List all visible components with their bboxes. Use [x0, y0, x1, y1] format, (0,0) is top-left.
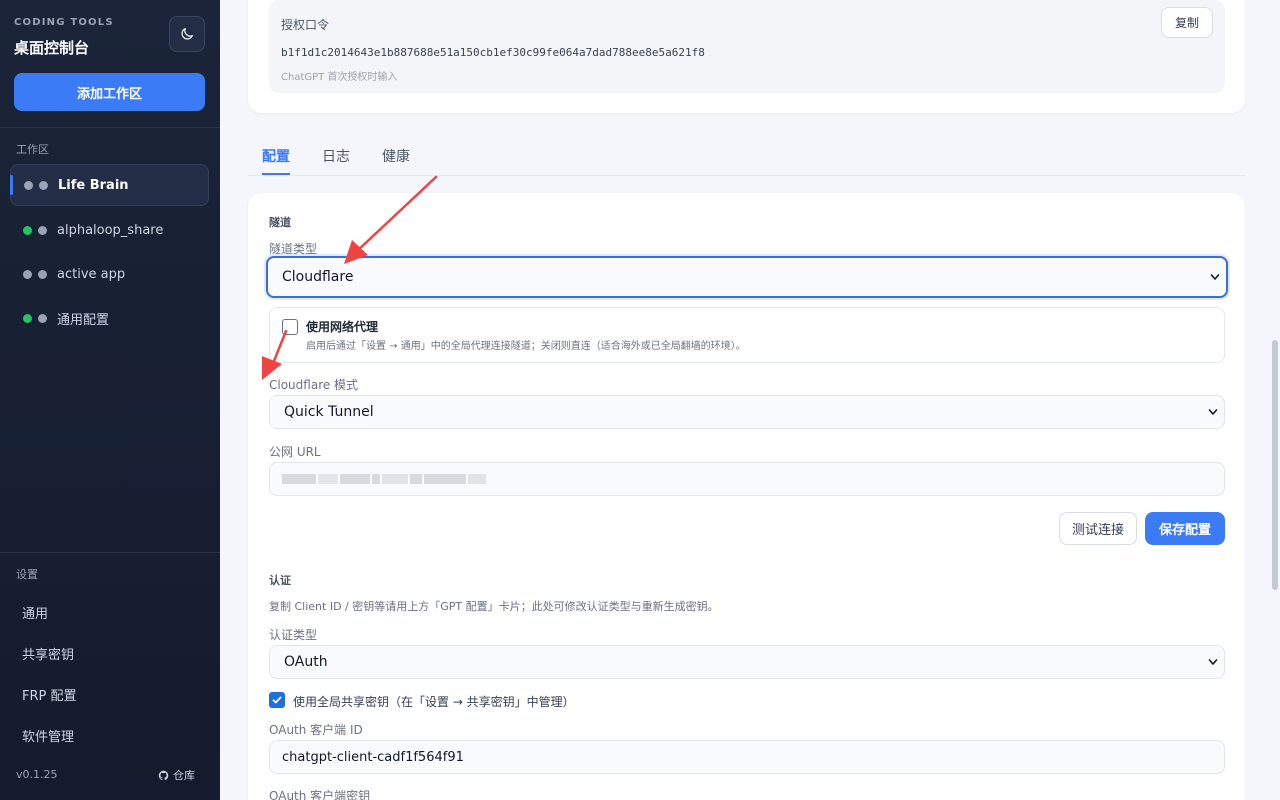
tunnel-type-value: Cloudflare — [282, 269, 354, 285]
auth-description: 复制 Client ID / 密钥等请用上方「GPT 配置」卡片；此处可修改认证… — [269, 600, 719, 613]
workspace-item-alphaloop-share[interactable]: alphaloop_share — [10, 209, 209, 251]
settings-item-software[interactable]: 软件管理 — [22, 726, 74, 745]
token-value: b1f1d1c2014643e1b887688e51a150cb1ef30c99… — [281, 46, 705, 59]
client-id-field[interactable]: chatgpt-client-cadf1f564f91 — [269, 740, 1225, 774]
shared-key-label: 使用全局共享密钥（在「设置 → 共享密钥」中管理） — [293, 695, 575, 709]
token-card: 授权口令 b1f1d1c2014643e1b887688e51a150cb1ef… — [248, 0, 1245, 113]
status-dot — [39, 180, 48, 190]
copy-token-button[interactable]: 复制 — [1161, 7, 1213, 38]
status-dot — [24, 180, 33, 190]
status-dot — [23, 225, 32, 235]
repo-label: 仓库 — [173, 769, 195, 782]
workspace-label: active app — [57, 266, 126, 282]
workspace-label: 通用配置 — [57, 312, 110, 328]
token-box: 授权口令 b1f1d1c2014643e1b887688e51a150cb1ef… — [269, 0, 1225, 93]
proxy-option-box — [269, 307, 1225, 363]
status-dot — [38, 313, 47, 323]
proxy-description: 启用后通过「设置 → 通用」中的全局代理连接隧道；关闭则直连（适合海外或已全局翻… — [306, 341, 746, 352]
workspace-section-label: 工作区 — [16, 143, 49, 156]
public-url-label: 公网 URL — [269, 445, 321, 459]
tab-health[interactable]: 健康 — [382, 146, 410, 166]
chevron-down-icon — [1208, 409, 1218, 415]
test-connection-button[interactable]: 测试连接 — [1059, 512, 1137, 545]
status-dot — [38, 269, 47, 279]
theme-toggle-button[interactable] — [169, 16, 205, 52]
divider — [0, 127, 220, 128]
github-icon — [158, 770, 169, 780]
client-id-value: chatgpt-client-cadf1f564f91 — [282, 749, 464, 765]
token-hint: ChatGPT 首次授权时输入 — [281, 72, 398, 83]
brand-title: 桌面控制台 — [14, 39, 90, 57]
auth-section-label: 认证 — [269, 574, 291, 587]
brand-subtitle: CODING TOOLS — [14, 17, 114, 28]
version-label: v0.1.25 — [16, 768, 58, 781]
client-id-label: OAuth 客户端 ID — [269, 723, 363, 737]
divider — [0, 552, 220, 553]
sidebar: CODING TOOLS 桌面控制台 添加工作区 工作区 Life Brain … — [0, 0, 220, 800]
workspace-item-active-app[interactable]: active app — [10, 253, 209, 295]
token-label: 授权口令 — [281, 18, 330, 32]
workspace-label: Life Brain — [58, 177, 129, 193]
check-icon — [272, 696, 282, 704]
public-url-field[interactable] — [269, 462, 1225, 496]
tab-active-indicator — [262, 173, 290, 175]
client-secret-label: OAuth 客户端密钥 — [269, 789, 371, 800]
auth-type-select[interactable]: OAuth — [269, 645, 1225, 679]
tunnel-type-select[interactable]: Cloudflare — [266, 256, 1228, 298]
auth-type-label: 认证类型 — [269, 628, 318, 642]
cloudflare-mode-value: Quick Tunnel — [284, 404, 374, 420]
status-dot — [23, 269, 32, 279]
workspace-item-general-config[interactable]: 通用配置 — [10, 297, 209, 339]
chevron-down-icon — [1210, 274, 1220, 280]
status-dot — [38, 225, 47, 235]
shared-key-checkbox[interactable] — [269, 692, 285, 708]
scrollbar[interactable] — [1272, 340, 1278, 590]
add-workspace-button[interactable]: 添加工作区 — [14, 73, 205, 111]
tab-logs[interactable]: 日志 — [322, 146, 350, 166]
main-content: 授权口令 b1f1d1c2014643e1b887688e51a150cb1ef… — [220, 0, 1280, 800]
tab-bar: 配置 日志 健康 — [248, 140, 1245, 176]
settings-item-frp-config[interactable]: FRP 配置 — [22, 685, 76, 704]
chevron-down-icon — [1208, 659, 1218, 665]
settings-item-general[interactable]: 通用 — [22, 603, 48, 622]
cloudflare-mode-select[interactable]: Quick Tunnel — [269, 395, 1225, 429]
settings-item-shared-keys[interactable]: 共享密钥 — [22, 644, 74, 663]
redacted-url — [282, 474, 486, 484]
tunnel-section-label: 隧道 — [269, 216, 291, 229]
workspace-item-life-brain[interactable]: Life Brain — [10, 164, 209, 206]
proxy-title: 使用网络代理 — [306, 320, 379, 334]
settings-section-label: 设置 — [16, 568, 38, 581]
auth-type-value: OAuth — [284, 654, 328, 670]
repo-link[interactable]: 仓库 — [158, 767, 195, 783]
save-config-button[interactable]: 保存配置 — [1145, 512, 1225, 545]
moon-icon — [181, 28, 193, 40]
cloudflare-mode-label: Cloudflare 模式 — [269, 378, 359, 392]
tunnel-type-label: 隧道类型 — [269, 242, 318, 256]
tab-config[interactable]: 配置 — [262, 146, 290, 166]
proxy-checkbox[interactable] — [282, 319, 298, 335]
workspace-label: alphaloop_share — [57, 222, 164, 238]
status-dot — [23, 313, 32, 323]
